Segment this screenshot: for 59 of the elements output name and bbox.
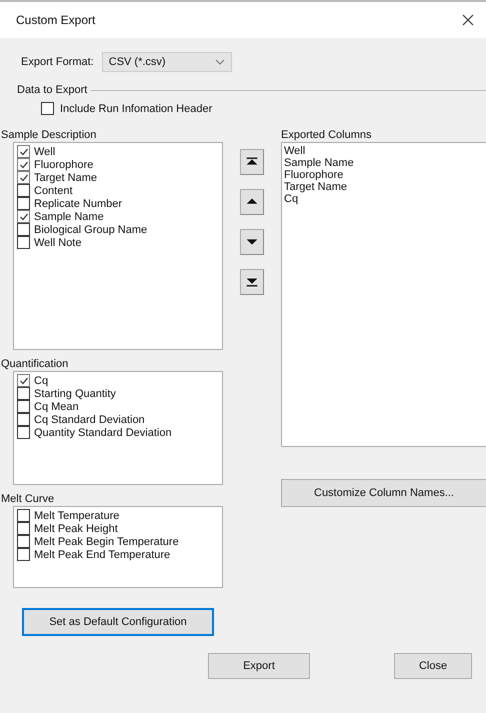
checkbox[interactable] <box>17 548 30 561</box>
customize-button[interactable]: Customize Column Names... <box>281 479 486 507</box>
move-button[interactable] <box>240 229 264 255</box>
section-label: Data to Export <box>17 84 88 96</box>
group-label: Exported Columns <box>281 129 372 142</box>
checkbox[interactable] <box>17 535 30 548</box>
window-title: Custom Export <box>16 13 96 27</box>
group-label: Melt Curve <box>1 493 56 506</box>
list-item[interactable]: Target Name <box>284 181 484 193</box>
checkbox-label[interactable]: Cq <box>34 374 48 386</box>
dialog-button[interactable]: Export <box>208 653 310 679</box>
move-button[interactable] <box>240 269 264 295</box>
checkbox-label[interactable]: Include Run Infomation Header <box>60 102 212 114</box>
checkbox-label[interactable]: Melt Peak Height <box>34 522 118 534</box>
checkbox-label[interactable]: Replicate Number <box>34 198 122 210</box>
checkbox-label[interactable]: Sample Name <box>34 210 104 222</box>
checkbox[interactable] <box>17 210 30 223</box>
checkbox[interactable] <box>17 387 30 400</box>
checkbox-label[interactable]: Melt Peak Begin Temperature <box>34 536 179 548</box>
list-item[interactable]: Cq <box>284 193 484 205</box>
checkbox[interactable] <box>17 158 30 171</box>
group-label: Sample Description <box>1 129 98 142</box>
checkbox[interactable] <box>41 102 54 115</box>
checkbox-label[interactable]: Well Note <box>34 236 82 248</box>
checkbox[interactable] <box>17 197 30 210</box>
move-button[interactable] <box>240 189 264 215</box>
checkbox-label[interactable]: Melt Peak End Temperature <box>34 548 170 560</box>
checkbox[interactable] <box>17 223 30 236</box>
list-item[interactable]: Sample Name <box>284 157 484 169</box>
checkbox-label[interactable]: Cq Mean <box>34 400 79 412</box>
checkbox-label[interactable]: Biological Group Name <box>34 224 148 236</box>
checkbox[interactable] <box>17 171 30 184</box>
checkbox-label[interactable]: Target Name <box>34 172 97 184</box>
group-label: Quantification <box>1 358 70 371</box>
move-button[interactable] <box>240 149 264 175</box>
checkbox[interactable] <box>17 236 30 249</box>
checkbox-label[interactable]: Cq Standard Deviation <box>34 414 145 426</box>
checkbox-label[interactable]: Starting Quantity <box>34 388 116 400</box>
close-icon[interactable] <box>462 14 474 26</box>
checkbox[interactable] <box>17 522 30 535</box>
checkbox-label[interactable]: Fluorophore <box>34 158 94 170</box>
checkbox-label[interactable]: Quantity Standard Deviation <box>34 426 172 438</box>
field-label: Export Format: <box>21 56 94 68</box>
checkbox[interactable] <box>17 413 30 426</box>
checkbox-label[interactable]: Well <box>34 146 56 158</box>
checkbox[interactable] <box>17 509 30 522</box>
default-config-button[interactable]: Set as Default Configuration <box>22 608 214 636</box>
checkbox[interactable] <box>17 145 30 158</box>
checkbox[interactable] <box>17 400 30 413</box>
checkbox[interactable] <box>17 184 30 197</box>
chevron-down-icon <box>214 59 225 65</box>
format-dropdown[interactable]: CSV (*.csv) <box>102 52 232 72</box>
dialog-button[interactable]: Close <box>394 653 472 679</box>
checkbox[interactable] <box>17 426 30 439</box>
list-item[interactable]: Well <box>284 145 484 157</box>
checkbox-label[interactable]: Melt Temperature <box>34 510 120 522</box>
checkbox-label[interactable]: Content <box>34 184 73 196</box>
list-item[interactable]: Fluorophore <box>284 169 484 181</box>
checkbox[interactable] <box>17 374 30 387</box>
